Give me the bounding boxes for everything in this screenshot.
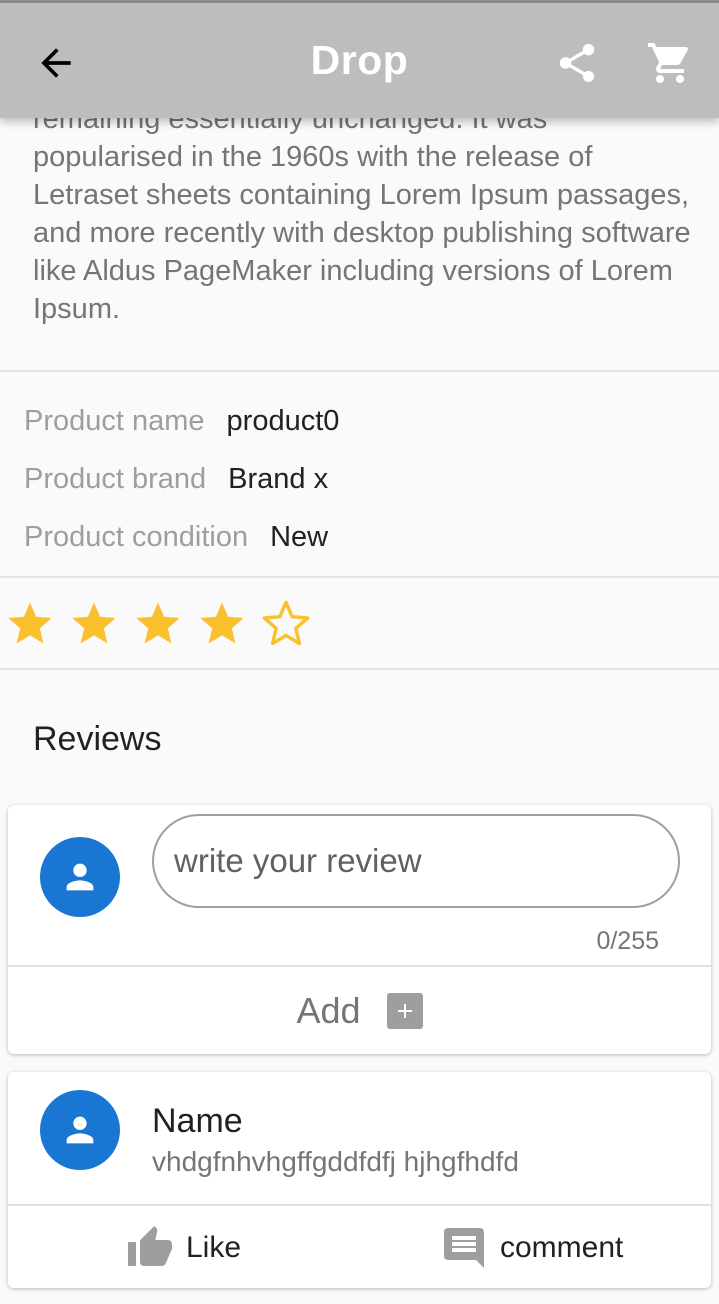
comment-label: comment bbox=[500, 1231, 624, 1264]
shopping-cart-icon[interactable] bbox=[646, 39, 694, 87]
product-description: remaining essentially unchanged. It was … bbox=[33, 103, 691, 325]
person-icon bbox=[66, 1116, 94, 1144]
star-icon[interactable] bbox=[68, 598, 120, 650]
star-outline-icon[interactable] bbox=[260, 598, 312, 650]
divider bbox=[0, 668, 719, 670]
page-title: Drop bbox=[310, 37, 409, 83]
app-bar: Drop bbox=[0, 0, 719, 118]
spec-row-condition: Product condition New bbox=[24, 508, 339, 566]
reviews-heading: Reviews bbox=[33, 720, 162, 758]
spec-value: New bbox=[270, 520, 329, 553]
thumb-up-icon bbox=[128, 1226, 172, 1266]
write-review-card: 0/255 Add bbox=[8, 805, 711, 1054]
review-comment-card: Name vhdgfnhvhgffgddfdfj hjhgfhdfd Like … bbox=[8, 1072, 711, 1288]
spec-label: Product brand bbox=[24, 462, 207, 495]
divider bbox=[0, 576, 719, 578]
star-icon[interactable] bbox=[132, 598, 184, 650]
spec-label: Product name bbox=[24, 404, 205, 437]
person-icon bbox=[66, 863, 94, 891]
divider bbox=[0, 370, 719, 372]
star-rating bbox=[4, 598, 324, 650]
product-specs: Product name product0 Product brand Bran… bbox=[24, 392, 339, 566]
avatar bbox=[40, 1090, 120, 1170]
star-icon[interactable] bbox=[4, 598, 56, 650]
card-divider bbox=[8, 1204, 711, 1206]
commenter-name: Name bbox=[152, 1102, 243, 1140]
spec-value: product0 bbox=[226, 404, 340, 437]
spec-value: Brand x bbox=[228, 462, 329, 495]
review-input[interactable] bbox=[152, 814, 680, 908]
comment-button[interactable]: comment bbox=[440, 1208, 623, 1288]
like-button[interactable]: Like bbox=[126, 1208, 241, 1288]
spec-row-brand: Product brand Brand x bbox=[24, 450, 339, 508]
card-divider bbox=[8, 965, 711, 967]
like-label: Like bbox=[186, 1231, 242, 1264]
spec-row-name: Product name product0 bbox=[24, 392, 339, 450]
spec-label: Product condition bbox=[24, 520, 249, 553]
add-label: Add bbox=[296, 990, 361, 1031]
add-box-icon bbox=[386, 993, 423, 1029]
add-review-button[interactable]: Add bbox=[8, 968, 711, 1054]
comment-text: vhdgfnhvhgffgddfdfj hjhgfhdfd bbox=[152, 1146, 519, 1177]
share-icon[interactable] bbox=[554, 40, 600, 86]
comment-icon bbox=[444, 1228, 484, 1268]
star-icon[interactable] bbox=[196, 598, 248, 650]
character-counter: 0/255 bbox=[596, 927, 659, 955]
avatar bbox=[40, 837, 120, 917]
